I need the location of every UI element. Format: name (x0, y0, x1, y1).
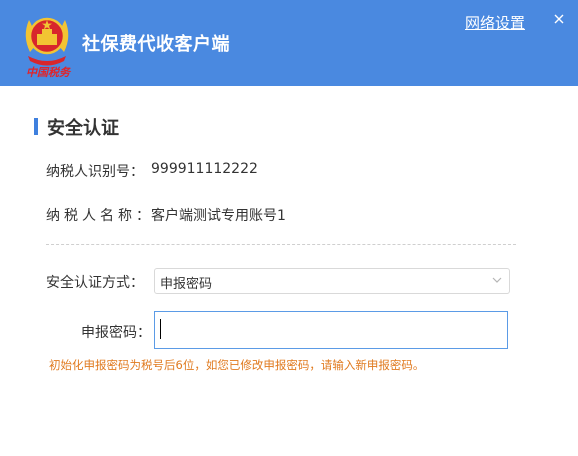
text-cursor (160, 319, 161, 339)
auth-method-label: 安全认证方式： (46, 275, 144, 291)
taxpayer-id-label: 纳税人识别号： (46, 164, 144, 180)
tax-emblem-icon (25, 17, 69, 66)
network-settings-link[interactable]: 网络设置 (465, 12, 525, 33)
auth-method-select[interactable]: 申报密码 (154, 268, 510, 294)
taxpayer-name-value: 客户端测试专用账号1 (151, 208, 286, 224)
taxpayer-name-label: 纳税人名称： (46, 208, 154, 224)
taxpayer-id-value: 999911112222 (151, 161, 258, 177)
divider (46, 244, 516, 245)
app-title: 社保费代收客户端 (82, 34, 230, 55)
section-title: 安全认证 (47, 118, 119, 139)
title-bar: 中国税务 社保费代收客户端 网络设置 (0, 0, 578, 86)
brand-logo-text: 中国税务 (26, 66, 70, 79)
close-icon[interactable] (551, 11, 567, 27)
password-hint: 初始化申报密码为税号后6位，如您已修改申报密码，请输入新申报密码。 (49, 358, 425, 372)
chevron-down-icon (492, 277, 502, 283)
section-accent-bar (34, 118, 38, 135)
password-input[interactable] (154, 311, 508, 349)
auth-method-value: 申报密码 (160, 277, 213, 292)
password-label: 申报密码： (81, 325, 151, 341)
